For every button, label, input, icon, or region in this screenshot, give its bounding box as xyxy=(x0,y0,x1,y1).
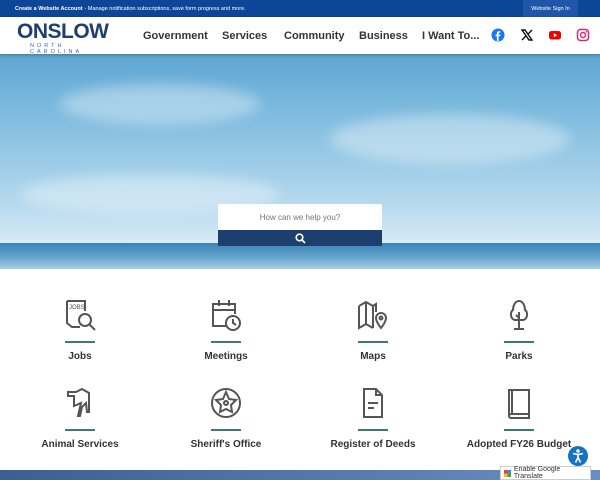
search-icon xyxy=(294,232,306,244)
tile-label: Meetings xyxy=(204,351,248,362)
svg-text:JOBS: JOBS xyxy=(69,305,85,311)
top-bar: Create a Website Account - Manage notifi… xyxy=(0,0,600,17)
tile-register-of-deeds[interactable]: Register of Deeds xyxy=(303,386,443,466)
tile-label: Parks xyxy=(505,351,533,362)
facebook-icon[interactable] xyxy=(491,28,505,42)
map-pin-icon xyxy=(358,300,388,330)
youtube-icon[interactable] xyxy=(548,28,562,42)
tile-sheriffs-office[interactable]: Sheriff's Office xyxy=(156,386,296,466)
tile-label: Animal Services xyxy=(41,439,119,450)
nav-business[interactable]: Business xyxy=(359,17,408,54)
x-icon[interactable] xyxy=(520,28,534,42)
calendar-clock-icon xyxy=(212,300,241,331)
logo-word: ONSLOW xyxy=(17,20,109,43)
accessibility-button[interactable] xyxy=(568,446,588,466)
logo-sub: NORTH CAROLINA xyxy=(30,43,83,55)
create-account-link[interactable]: Create a Website Account xyxy=(15,6,85,12)
tile-label: Maps xyxy=(360,351,386,362)
search-button[interactable] xyxy=(218,230,382,246)
instagram-icon[interactable] xyxy=(576,28,590,42)
google-translate-icon xyxy=(504,469,511,477)
document-icon xyxy=(363,388,383,418)
jobs-icon: JOBS xyxy=(66,300,96,331)
tree-icon xyxy=(509,299,529,330)
account-text: - Manage notification subscriptions, sav… xyxy=(84,5,246,12)
tile-label: Sheriff's Office xyxy=(190,439,262,450)
header: ONSLOW NORTH CAROLINA Government Service… xyxy=(0,17,600,55)
nav-services[interactable]: Services xyxy=(222,17,267,54)
google-translate-button[interactable]: Enable Google Translate xyxy=(500,466,591,480)
search-input[interactable] xyxy=(218,204,382,230)
sheriff-badge-icon xyxy=(211,388,241,418)
tile-meetings[interactable]: Meetings xyxy=(156,298,296,378)
translate-label: Enable Google Translate xyxy=(513,466,561,480)
nav-government[interactable]: Government xyxy=(143,17,208,54)
tile-maps[interactable]: Maps xyxy=(303,298,443,378)
tile-jobs[interactable]: JOBS Jobs xyxy=(10,298,150,378)
logo[interactable]: ONSLOW NORTH CAROLINA xyxy=(17,20,120,55)
tile-animal-services[interactable]: Animal Services xyxy=(10,386,150,466)
dog-icon xyxy=(67,387,90,417)
book-icon xyxy=(508,389,530,419)
nav-community[interactable]: Community xyxy=(284,17,345,54)
tile-label: Register of Deeds xyxy=(330,439,416,450)
site-search xyxy=(218,204,382,247)
nav-i-want-to[interactable]: I Want To... xyxy=(422,17,479,54)
tile-parks[interactable]: Parks xyxy=(449,298,589,378)
sign-in-button[interactable]: Website Sign In xyxy=(523,0,578,17)
accessibility-icon xyxy=(572,449,584,463)
tile-label: Jobs xyxy=(68,351,92,362)
